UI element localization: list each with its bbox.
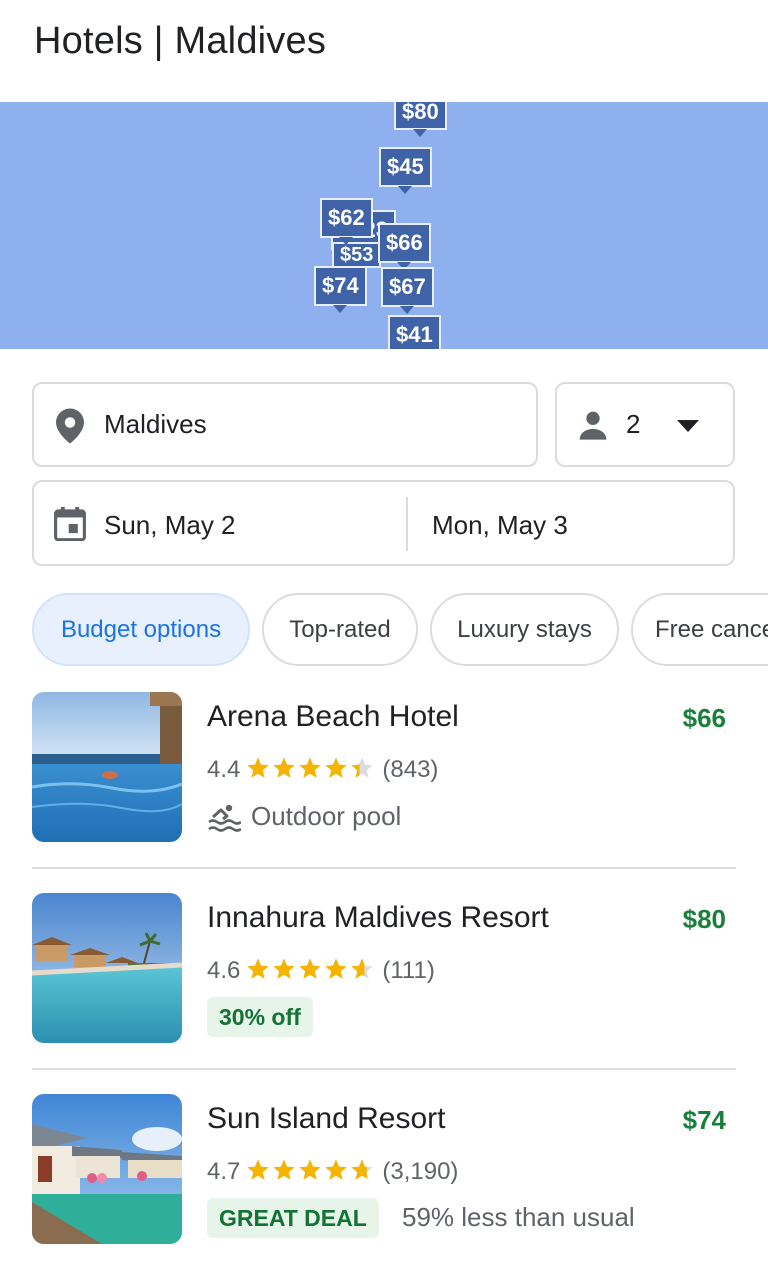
star-icon <box>299 757 321 778</box>
hotel-rating: 4.7 (3,190) <box>207 1156 458 1188</box>
check-in-date[interactable]: Sun, May 2 <box>104 510 236 541</box>
chip-budget-options[interactable]: Budget options <box>32 593 250 666</box>
discount-badge: 30% off <box>207 997 313 1037</box>
star-icon <box>351 1159 373 1180</box>
hotel-card[interactable]: Sun Island Resort $74 4.7 (3,190) GREAT D… <box>32 1094 736 1244</box>
rating-value: 4.4 <box>207 756 241 783</box>
check-out-date[interactable]: Mon, May 3 <box>432 510 568 541</box>
review-count: (111) <box>382 957 435 984</box>
date-divider <box>406 497 408 551</box>
map-price-pin[interactable]: $45 <box>379 147 432 194</box>
location-pin-icon <box>56 408 84 444</box>
rating-value: 4.6 <box>207 957 241 984</box>
hotel-photo <box>32 692 182 842</box>
map-price-pin[interactable]: $67 <box>381 267 434 314</box>
hotel-rating: 4.4 (843) <box>207 754 438 786</box>
star-icon <box>273 958 295 979</box>
map-view[interactable]: $123 $80 $53 $45 $62 $66 $74 $67 $41 <box>0 102 768 349</box>
chip-free-cancellation[interactable]: Free cancellation <box>631 593 768 666</box>
star-icon <box>299 1159 321 1180</box>
calendar-icon <box>54 507 86 541</box>
chip-top-rated[interactable]: Top-rated <box>262 593 418 666</box>
star-icon <box>247 1159 269 1180</box>
star-icon <box>247 757 269 778</box>
star-icon <box>325 757 347 778</box>
review-count: (843) <box>382 756 439 783</box>
filter-chips: Budget options Top-rated Luxury stays Fr… <box>0 593 768 666</box>
map-price-pin[interactable]: $53 <box>332 242 382 268</box>
map-price-pin[interactable]: $80 <box>394 102 447 137</box>
chip-luxury-stays[interactable]: Luxury stays <box>430 593 619 666</box>
star-icon <box>351 757 373 778</box>
hotel-price: $66 <box>682 703 726 733</box>
page-title: Hotels | Maldives <box>34 20 327 62</box>
star-icon <box>273 757 295 778</box>
deal-note: 59% less than usual <box>402 1202 635 1232</box>
dates-field[interactable]: Sun, May 2 Mon, May 3 <box>32 480 735 566</box>
guests-selector[interactable]: 2 <box>555 382 735 467</box>
hotel-photo <box>32 893 182 1043</box>
pool-icon <box>208 804 242 832</box>
map-price-pin[interactable]: $62 <box>320 198 373 245</box>
star-rating-icon <box>246 754 376 791</box>
header: Hotels | Maldives <box>0 0 768 102</box>
amenity: Outdoor pool <box>207 798 401 834</box>
star-icon <box>325 1159 347 1180</box>
rating-value: 4.7 <box>207 1158 241 1185</box>
divider <box>32 1068 736 1070</box>
map-price-pin[interactable]: $41 <box>388 315 441 349</box>
star-icon <box>325 958 347 979</box>
chevron-down-icon <box>677 420 699 432</box>
star-icon <box>273 1159 295 1180</box>
map-price-pin[interactable]: $66 <box>378 223 431 270</box>
guests-count: 2 <box>626 409 641 439</box>
map-price-pin[interactable]: $74 <box>314 266 367 313</box>
hotel-name[interactable]: Innahura Maldives Resort <box>207 901 549 935</box>
hotel-price: $80 <box>682 904 726 934</box>
hotel-rating: 4.6 (111) <box>207 955 435 987</box>
hotel-card[interactable]: Arena Beach Hotel $66 4.4 (843) Outdoor p… <box>32 692 736 842</box>
deal-badge: GREAT DEAL <box>207 1198 379 1238</box>
hotel-card[interactable]: Innahura Maldives Resort $80 4.6 (111) 30… <box>32 893 736 1043</box>
divider <box>32 867 736 869</box>
location-value: Maldives <box>104 409 207 439</box>
location-field[interactable]: Maldives <box>32 382 538 467</box>
review-count: (3,190) <box>382 1158 459 1185</box>
star-icon <box>299 958 321 979</box>
hotel-price: $74 <box>682 1105 726 1135</box>
hotel-photo <box>32 1094 182 1244</box>
star-icon <box>247 958 269 979</box>
star-rating-icon <box>246 955 376 992</box>
person-icon <box>579 411 607 440</box>
star-icon <box>351 958 373 979</box>
hotel-name[interactable]: Sun Island Resort <box>207 1102 445 1136</box>
hotel-name[interactable]: Arena Beach Hotel <box>207 700 459 734</box>
star-rating-icon <box>246 1156 376 1193</box>
amenity-label: Outdoor pool <box>251 801 402 831</box>
